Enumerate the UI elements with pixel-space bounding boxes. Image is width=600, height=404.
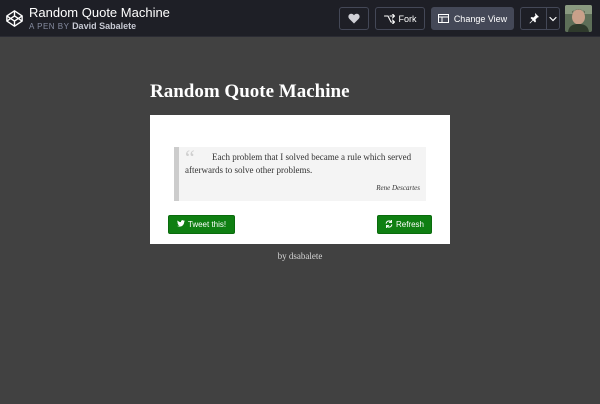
chevron-down-icon: [549, 16, 557, 22]
codepen-logo-icon[interactable]: [6, 10, 23, 27]
quote-author: Rene Descartes: [376, 184, 420, 192]
tweet-button[interactable]: Tweet this!: [168, 215, 235, 234]
twitter-icon: [176, 220, 185, 229]
fork-icon: [383, 13, 395, 24]
heart-button[interactable]: [339, 7, 369, 30]
pin-button[interactable]: [520, 7, 546, 30]
quote-blockquote: “ Each problem that I solved became a ru…: [174, 147, 426, 201]
fork-button[interactable]: Fork: [375, 7, 425, 30]
codepen-header: Random Quote Machine A PEN BY David Saba…: [0, 0, 600, 37]
avatar[interactable]: [565, 5, 592, 32]
pin-icon: [529, 13, 539, 24]
change-view-button[interactable]: Change View: [431, 7, 514, 30]
change-view-label: Change View: [453, 13, 508, 24]
refresh-button[interactable]: Refresh: [377, 215, 432, 234]
tweet-label: Tweet this!: [187, 220, 227, 229]
pen-title[interactable]: Random Quote Machine: [29, 5, 170, 20]
pin-dropdown-button[interactable]: [546, 7, 560, 30]
fork-label: Fork: [398, 13, 417, 24]
heart-icon: [348, 13, 360, 24]
quote-card: “ Each problem that I solved became a ru…: [150, 115, 450, 244]
page-title: Random Quote Machine: [150, 81, 350, 102]
pen-author-link[interactable]: David Sabalete: [72, 21, 136, 31]
quote-text: Each problem that I solved became a rule…: [185, 152, 412, 175]
refresh-label: Refresh: [395, 220, 424, 229]
byline: by dsabalete: [277, 251, 323, 261]
refresh-icon: [385, 219, 393, 230]
layout-icon: [437, 14, 449, 23]
pen-by-label: A PEN BY: [29, 22, 70, 31]
pen-byline: A PEN BY David Sabalete: [29, 21, 136, 32]
